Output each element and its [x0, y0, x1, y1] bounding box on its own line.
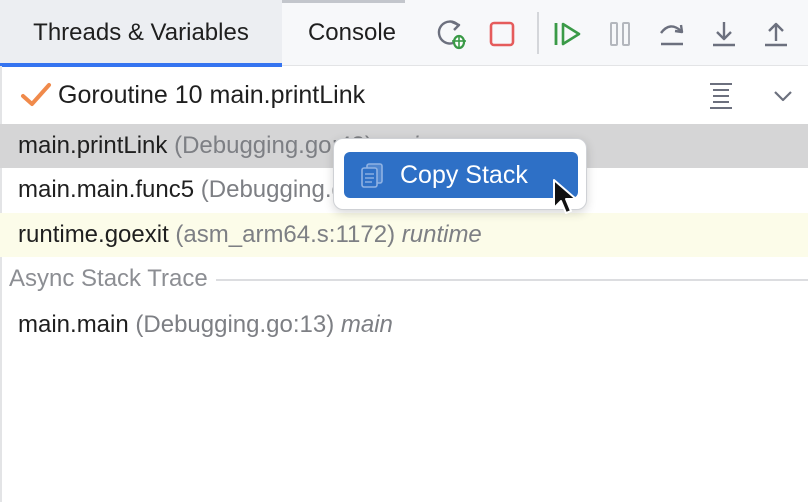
- thread-selector[interactable]: Goroutine 10 main.printLink: [0, 67, 808, 123]
- tab-console[interactable]: Console: [282, 0, 422, 66]
- stop-button[interactable]: [484, 12, 520, 56]
- stop-icon: [489, 21, 515, 47]
- pause-button[interactable]: [602, 12, 638, 56]
- resume-button[interactable]: [550, 12, 586, 56]
- copy-stack-menu-item[interactable]: Copy Stack: [344, 152, 578, 198]
- debug-toolbar: Threads & Variables Console: [0, 0, 808, 67]
- rerun-debug-button[interactable]: [434, 12, 470, 56]
- frame-location: (asm_arm64.s:1172): [175, 221, 396, 248]
- frame-function: runtime.goexit: [18, 221, 169, 248]
- rerun-debug-icon: [437, 20, 466, 50]
- async-stack-trace-separator: Async Stack Trace: [0, 258, 808, 300]
- context-menu: Copy Stack: [333, 138, 587, 210]
- async-stack-frame-row[interactable]: main.main (Debugging.go:13) main: [0, 303, 808, 347]
- step-out-button[interactable]: [758, 12, 794, 56]
- step-over-button[interactable]: [654, 12, 690, 56]
- pause-icon: [610, 22, 630, 46]
- check-icon: [21, 83, 51, 106]
- toolbar-separator: [537, 12, 539, 54]
- tab-label: Console: [307, 19, 397, 46]
- menu-item-label: Copy Stack: [400, 160, 528, 189]
- frame-location: (Debugging.go:13): [135, 311, 335, 338]
- align-list-icon[interactable]: [706, 80, 736, 110]
- chevron-down-icon[interactable]: [770, 83, 796, 109]
- section-label: Async Stack Trace: [9, 265, 208, 292]
- step-into-icon: [713, 22, 735, 47]
- frame-package: runtime: [401, 221, 482, 248]
- copy-icon: [361, 163, 383, 188]
- step-out-icon: [765, 22, 787, 47]
- thread-title: Goroutine 10 main.printLink: [58, 80, 366, 109]
- tab-threads-variables[interactable]: Threads & Variables: [0, 0, 282, 67]
- stack-frame-row[interactable]: runtime.goexit (asm_arm64.s:1172) runtim…: [0, 213, 808, 257]
- frame-package: main: [340, 311, 393, 338]
- frame-function: main.main.func5: [18, 176, 195, 203]
- mouse-cursor-icon: [553, 179, 577, 214]
- frame-function: main.main: [18, 311, 129, 338]
- frame-function: main.printLink: [18, 132, 168, 159]
- step-over-icon: [660, 24, 684, 46]
- step-into-button[interactable]: [706, 12, 742, 56]
- resume-icon: [554, 22, 581, 46]
- section-rule: [215, 279, 808, 281]
- tab-label: Threads & Variables: [33, 19, 249, 46]
